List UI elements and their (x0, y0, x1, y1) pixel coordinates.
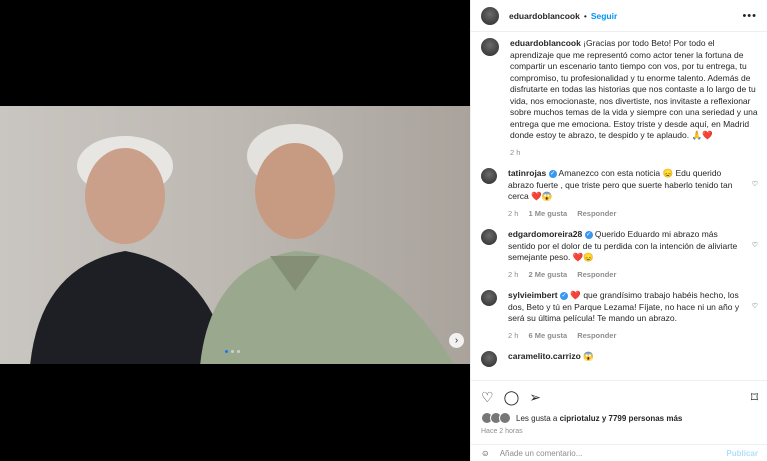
next-image-button[interactable]: › (449, 333, 464, 348)
comment-time: 2 h (508, 330, 519, 340)
heart-icon[interactable]: ♡ (752, 168, 758, 219)
comment-text: 😱 (583, 351, 594, 361)
comment-time: 2 h (508, 208, 519, 218)
verified-icon: ✓ (548, 169, 557, 178)
comment-icon[interactable]: ◯ (504, 389, 520, 406)
post-media: › (0, 0, 470, 461)
avatar[interactable] (481, 38, 499, 56)
follow-button[interactable]: Seguir (591, 11, 617, 21)
comment-user[interactable]: sylvieimbert (508, 290, 558, 300)
likes-summary: Les gusta a cipriotaluz y 7799 personas … (481, 412, 758, 424)
separator: • (583, 10, 587, 21)
emoji-icon[interactable]: ☺ (481, 448, 490, 458)
post-sidebar: eduardoblancook • Seguir ••• eduardoblan… (470, 0, 767, 461)
post-photo: › (0, 106, 470, 364)
comment-item: tatinrojas ✓ Amanezco con esta noticia 😞… (481, 168, 758, 219)
comment-user[interactable]: edgardomoreira28 (508, 229, 582, 239)
comment-input[interactable]: Añade un comentario... (500, 449, 583, 458)
comment-item: caramelito.carrizo 😱 (481, 351, 758, 367)
post-header: eduardoblancook • Seguir ••• (471, 0, 767, 32)
comment-user[interactable]: tatinrojas (508, 168, 546, 178)
avatar[interactable] (481, 168, 497, 184)
carousel-dots (225, 350, 240, 353)
heart-icon[interactable]: ♡ (481, 389, 494, 406)
avatar[interactable] (481, 351, 497, 367)
comment-time: 2 h (508, 269, 519, 279)
liker-avatars (481, 412, 511, 424)
verified-icon: ✓ (560, 291, 568, 300)
heart-icon[interactable]: ♡ (752, 290, 758, 341)
author-name[interactable]: eduardoblancook (509, 11, 580, 21)
bookmark-icon[interactable]: ⌑ (751, 389, 758, 406)
carousel-dot (237, 350, 240, 353)
more-options-icon[interactable]: ••• (742, 10, 757, 22)
comments-list: eduardoblancook ¡Gracias por todo Beto! … (471, 38, 767, 380)
chevron-right-icon: › (454, 335, 459, 346)
post-actions: ♡ ◯ ➢ ⌑ Les gusta a cipriotaluz y 7799 p… (471, 380, 767, 435)
caption-time: 2 h (510, 147, 521, 157)
carousel-dot (231, 350, 234, 353)
add-comment-bar: ☺ Añade un comentario... Publicar (471, 444, 767, 461)
publish-button[interactable]: Publicar (726, 449, 758, 458)
post-modal: › eduardoblancook • Seguir ••• eduardobl… (0, 0, 767, 461)
reply-button[interactable]: Responder (577, 269, 616, 281)
reply-button[interactable]: Responder (577, 330, 616, 342)
caption-text: ¡Gracias por todo Beto! Por todo el apre… (510, 38, 758, 140)
comment-likes[interactable]: 6 Me gusta (528, 330, 567, 342)
likes-user[interactable]: cipriotaluz (560, 414, 600, 423)
caption-author[interactable]: eduardoblancook (510, 38, 581, 48)
likes-prefix: Les gusta a (516, 413, 558, 423)
avatar (499, 412, 511, 424)
carousel-dot (225, 350, 228, 353)
heart-icon[interactable]: ♡ (752, 229, 758, 280)
avatar[interactable] (481, 229, 497, 245)
comment-item: sylvieimbert ✓ ❤️ que grandísimo trabajo… (481, 290, 758, 341)
reply-button[interactable]: Responder (577, 208, 616, 220)
caption: eduardoblancook ¡Gracias por todo Beto! … (481, 38, 758, 158)
verified-icon: ✓ (584, 230, 593, 239)
post-time: Hace 2 horas (481, 428, 523, 435)
comment-item: edgardomoreira28 ✓ Querido Eduardo mi ab… (481, 229, 758, 280)
share-icon[interactable]: ➢ (529, 389, 541, 406)
comment-likes[interactable]: 1 Me gusta (528, 208, 567, 220)
avatar[interactable] (481, 290, 497, 306)
likes-suffix[interactable]: y 7799 personas más (602, 414, 683, 423)
comment-likes[interactable]: 2 Me gusta (528, 269, 567, 281)
comment-user[interactable]: caramelito.carrizo (508, 351, 581, 361)
person-right-image (200, 124, 454, 364)
avatar[interactable] (481, 6, 499, 25)
